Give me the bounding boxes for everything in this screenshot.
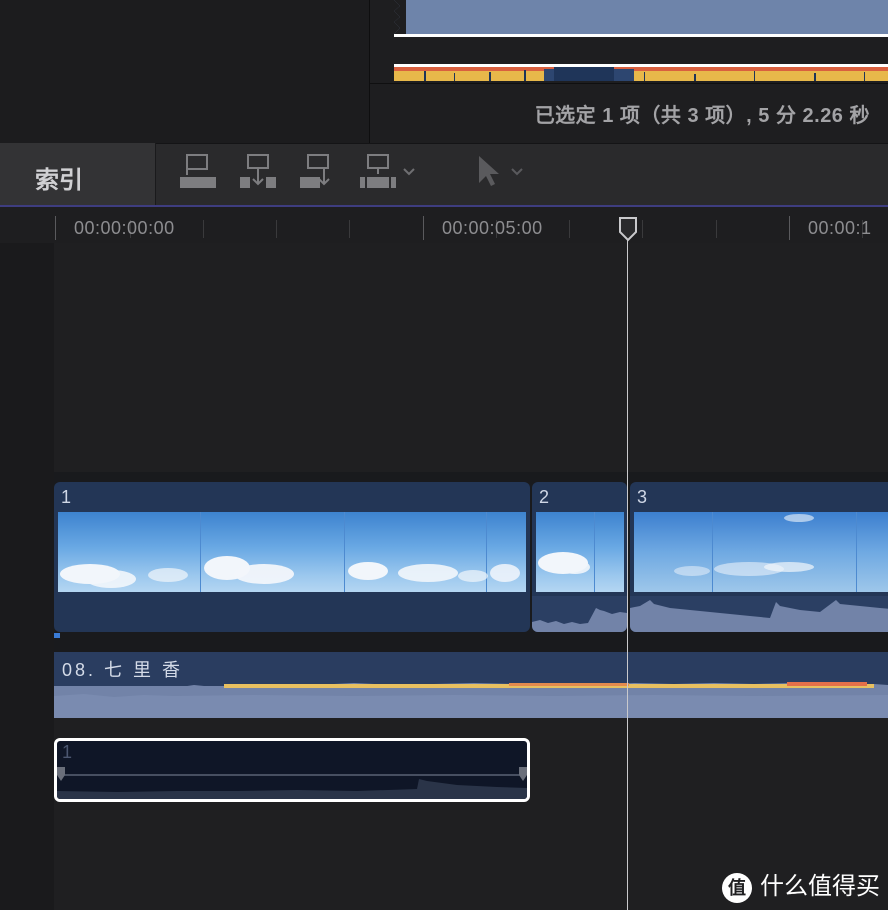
clip-number: 2 (539, 487, 550, 507)
connected-clip-waveform (57, 774, 527, 799)
insert-clip-icon[interactable] (238, 153, 278, 191)
ruler-tick (789, 216, 790, 240)
strip-jagged-edge (394, 0, 406, 34)
ruler-timecode: 00:00:05:00 (442, 218, 543, 238)
clip-audio-waveform (630, 596, 888, 632)
ruler-tick (276, 220, 277, 238)
playhead-line[interactable] (627, 236, 628, 910)
index-button-label: 索引 (35, 167, 83, 194)
select-tool-icon[interactable] (476, 153, 532, 191)
ruler-tick (55, 216, 56, 240)
viewer-range-line (394, 34, 888, 37)
ruler-tick (349, 220, 350, 238)
video-clip-1[interactable] (54, 482, 530, 632)
selection-status: 已选定 1 项（共 3 项）, 5 分 2.26 秒 (534, 105, 870, 127)
ruler-tick (642, 220, 643, 238)
clip-thumbnails (536, 512, 624, 592)
connected-audio-clip-selected[interactable] (54, 738, 530, 802)
music-clip-title: 08. 七 里 香 (62, 660, 184, 680)
ruler-timecode: 00:00:1 (808, 218, 872, 238)
video-clip-3[interactable] (630, 482, 888, 632)
divider (370, 83, 888, 84)
viewer-audio-strip (394, 0, 888, 34)
watermark-logo: 值 (722, 872, 752, 903)
append-clip-icon[interactable] (298, 153, 338, 191)
clip-number: 3 (637, 487, 648, 507)
clip-audio-waveform (532, 596, 627, 632)
timeline-gutter (0, 243, 54, 910)
ruler-timecode: 00:00:00:00 (74, 218, 175, 238)
fade-handle-right[interactable] (515, 767, 527, 783)
overwrite-clip-icon[interactable] (358, 153, 420, 191)
browser-pane (0, 0, 369, 143)
toolbar-divider (155, 143, 156, 205)
playhead-handle[interactable] (618, 216, 638, 242)
watermark: 值什么值得买 (722, 866, 880, 903)
ruler-tick (569, 220, 570, 238)
viewer-audio-waveform (394, 67, 888, 81)
storyline-marker (54, 633, 60, 638)
ruler-tick (423, 216, 424, 240)
connect-clip-icon[interactable] (178, 153, 218, 191)
ruler-tick (203, 220, 204, 238)
clip-number: 1 (61, 487, 72, 507)
clip-thumbnails (58, 512, 526, 592)
clip-number: 1 (62, 742, 73, 762)
watermark-text: 什么值得买 (760, 873, 880, 900)
fade-handle-left[interactable] (57, 767, 69, 783)
ruler-tick (716, 220, 717, 238)
clip-thumbnails (634, 512, 888, 592)
